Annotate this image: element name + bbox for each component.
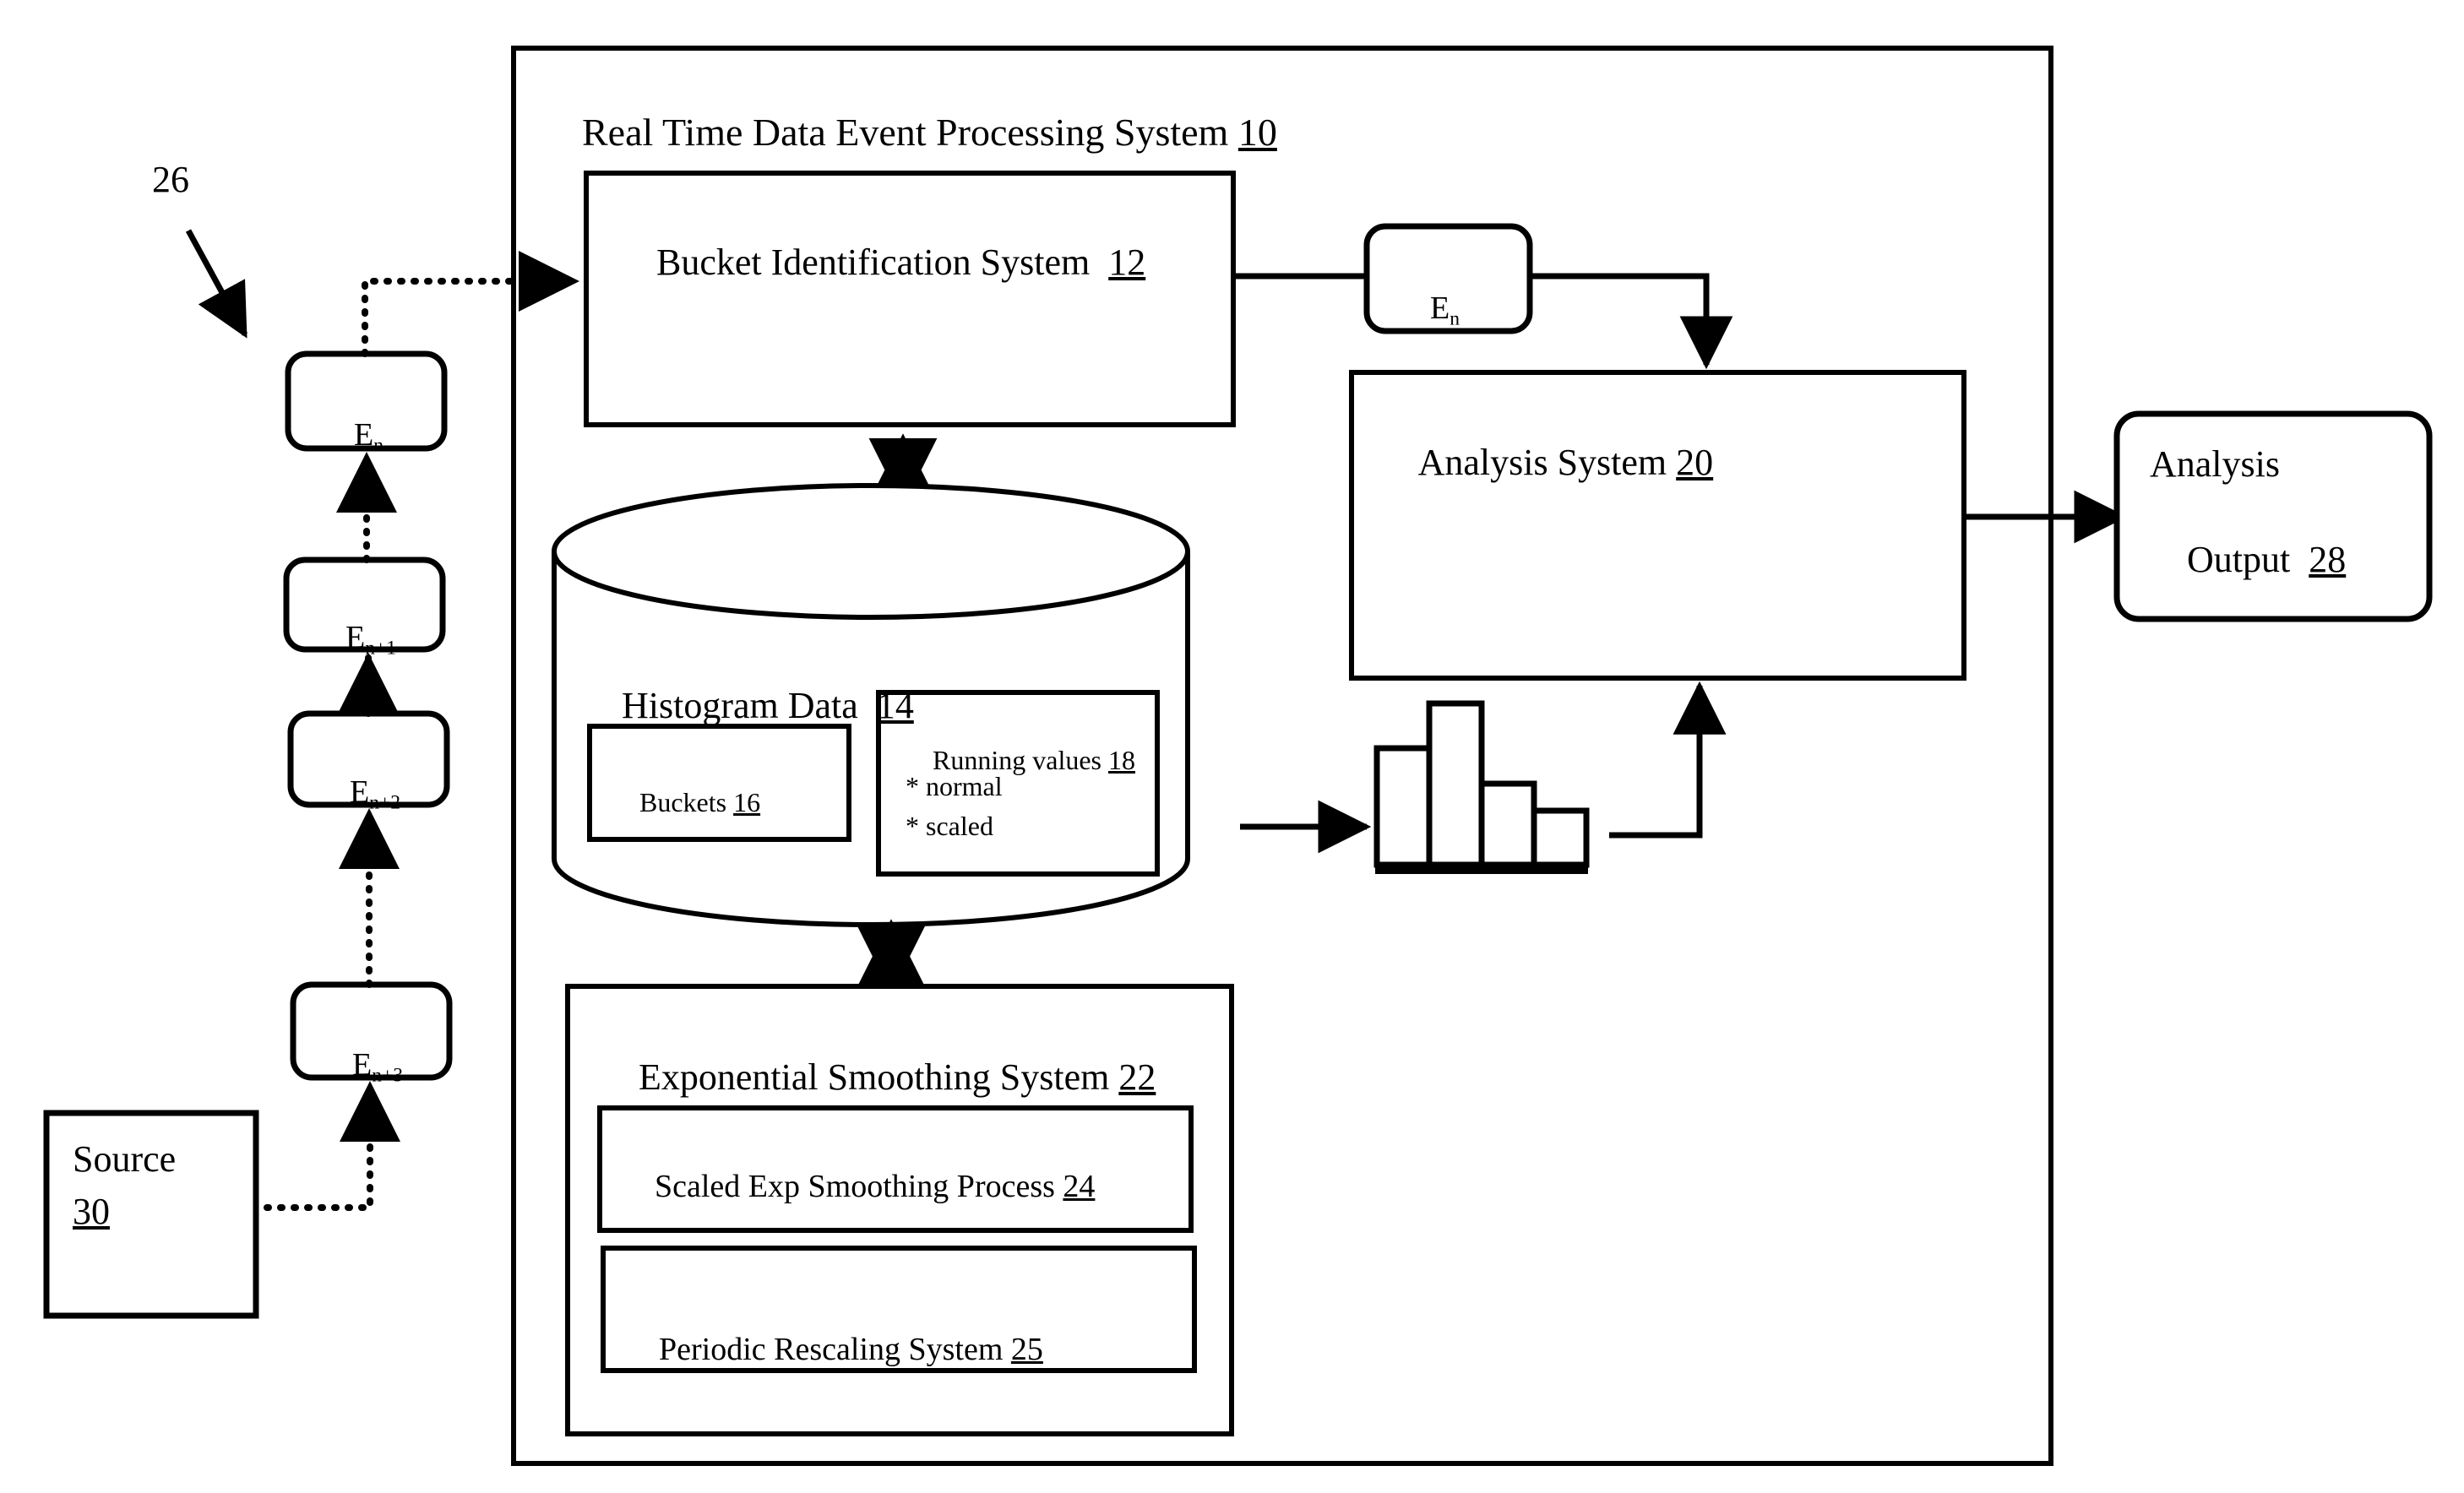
- analysis-output-line2: Output 28: [2150, 496, 2346, 624]
- analysis-output-line2-label: Output: [2187, 538, 2291, 580]
- buckets-ref: 16: [733, 786, 761, 817]
- event-box-label-1: En+1: [313, 583, 396, 697]
- bucket-identification-ref: 12: [1108, 241, 1146, 283]
- analysis-output-line1: Analysis: [2150, 443, 2280, 485]
- exponential-smoothing-ref: 22: [1118, 1056, 1156, 1098]
- event-sub-3: n+3: [372, 1064, 404, 1087]
- histogram-bar-3: [1531, 807, 1590, 868]
- histogram-bar-2: [1478, 780, 1537, 868]
- exponential-smoothing-title: Exponential Smoothing System: [639, 1056, 1110, 1098]
- histogram-store-label: Histogram Data 14: [585, 642, 914, 770]
- event-base-0: E: [354, 416, 374, 453]
- running-values-item-1: * scaled: [906, 811, 993, 841]
- bucket-identification-label: Bucket Identification System 12: [619, 198, 1145, 327]
- diagram-canvas: Real Time Data Event Processing System 1…: [0, 0, 2464, 1493]
- event-out-base: E: [1430, 290, 1450, 326]
- event-base-3: E: [352, 1046, 373, 1083]
- histogram-bars-icon: [1373, 700, 1590, 874]
- event-base-1: E: [345, 619, 366, 655]
- event-to-bucket-path: [362, 251, 579, 357]
- analysis-system-title: Analysis System: [1417, 441, 1667, 483]
- periodic-rescaling-label: Periodic Rescaling System 25: [627, 1295, 1043, 1405]
- analysis-system-ref: 20: [1676, 441, 1714, 483]
- system-title-ref: 10: [1237, 110, 1277, 154]
- buckets-label: Buckets 16: [612, 756, 760, 849]
- periodic-rescaling-ref: 25: [1010, 1331, 1043, 1367]
- event-sub-0: n: [373, 434, 383, 457]
- scaled-exp-process-ref: 24: [1063, 1168, 1096, 1204]
- event-out-sub: n: [1450, 307, 1460, 330]
- scaled-exp-process-title: Scaled Exp Smoothing Process: [655, 1168, 1055, 1204]
- scaled-exp-process-label: Scaled Exp Smoothing Process 24: [623, 1132, 1095, 1242]
- cylinder-top-ellipse: [552, 483, 1190, 620]
- system-title-label: Real Time Data Event Processing System: [582, 110, 1229, 154]
- callout-26-label: 26: [152, 159, 189, 200]
- event-box-label-0: En: [322, 380, 383, 494]
- bucket-identification-title: Bucket Identification System: [656, 241, 1091, 283]
- periodic-rescaling-title: Periodic Rescaling System: [659, 1331, 1004, 1367]
- buckets-title: Buckets: [639, 786, 727, 817]
- exponential-smoothing-label: Exponential Smoothing System 22: [601, 1013, 1156, 1142]
- running-values-item-0: * normal: [906, 771, 1003, 801]
- source-label: Source: [73, 1138, 177, 1180]
- event-out-label: En: [1398, 253, 1460, 367]
- source-ref: 30: [73, 1191, 110, 1232]
- event-base-2: E: [350, 774, 370, 810]
- histogram-bar-0: [1373, 745, 1433, 868]
- event-box-label-3: En+3: [320, 1010, 403, 1124]
- event-sub-1: n+1: [365, 637, 397, 660]
- event-sub-2: n+2: [369, 791, 401, 814]
- system-title: Real Time Data Event Processing System 1…: [543, 66, 1277, 200]
- event-box-label-2: En+2: [318, 737, 400, 851]
- analysis-system-label: Analysis System 20: [1383, 399, 1714, 527]
- histogram-store-title: Histogram Data: [622, 684, 858, 726]
- eventout-to-analysis-path: [1530, 273, 1733, 370]
- glyph-to-analysis-feedback-path: [1609, 681, 1727, 839]
- callout-26-arrow: [185, 229, 248, 339]
- analysis-output-ref: 28: [2309, 538, 2347, 580]
- histogram-bar-1: [1426, 700, 1485, 868]
- running-values-ref: 18: [1107, 744, 1135, 775]
